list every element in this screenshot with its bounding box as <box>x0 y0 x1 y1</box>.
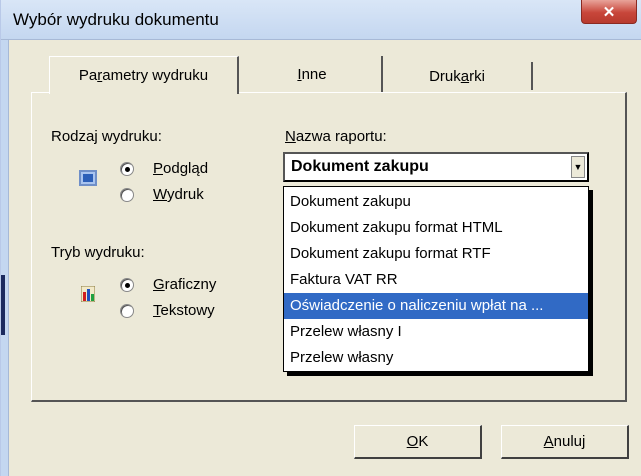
tab-label-part: Pa <box>78 67 98 84</box>
tekstowy-text: ekstowy <box>160 302 215 319</box>
tekstowy-radio[interactable] <box>120 304 134 318</box>
window-title: Wybór wydruku dokumentu <box>13 10 219 29</box>
tab-label-part: ametry wydruku <box>102 67 209 84</box>
report-dropdown-list: Dokument zakupu Dokument zakupu format H… <box>283 186 589 372</box>
tab-parametry-wydruku[interactable]: Pa r ametry wydruku <box>49 56 239 94</box>
nazwa-raportu-text: azwa raportu: <box>295 128 387 145</box>
tab-strip: Pa r ametry wydruku Inne Druk a rki <box>31 56 611 94</box>
ok-button[interactable]: OK <box>354 425 482 459</box>
report-combobox-value: Dokument zakupu <box>291 158 429 175</box>
close-button[interactable]: ✕ <box>581 0 637 24</box>
podglad-text: odgląd <box>163 160 209 177</box>
graficzny-label[interactable]: Graficzny <box>153 276 216 293</box>
list-item[interactable]: Przelew własny I <box>284 319 588 345</box>
podglad-label[interactable]: Podgląd <box>153 160 208 177</box>
wydruk-mnemonic: W <box>153 186 168 203</box>
graficzny-mnemonic: G <box>153 276 165 293</box>
close-icon: ✕ <box>602 3 616 21</box>
title-bar: Wybór wydruku dokumentu ✕ <box>1 0 641 40</box>
ok-text: K <box>418 433 429 450</box>
list-item[interactable]: Dokument zakupu format HTML <box>284 215 588 241</box>
background-edge <box>1 275 5 335</box>
chart-icon <box>81 286 95 302</box>
tab-label-part: Druk <box>429 67 461 85</box>
cancel-mnemonic: A <box>543 433 554 450</box>
list-item[interactable]: Faktura VAT RR <box>284 267 588 293</box>
window-left-frame <box>1 40 9 476</box>
list-item[interactable]: Dokument zakupu <box>284 189 588 215</box>
ok-mnemonic: O <box>406 433 419 450</box>
list-item-highlighted[interactable]: Oświadczenie o naliczeniu wpłat na ... <box>284 293 588 319</box>
graficzny-text: raficzny <box>164 276 217 293</box>
wydruk-radio[interactable] <box>120 188 134 202</box>
tab-label-part: rki <box>469 67 485 85</box>
podglad-mnemonic: P <box>153 160 164 177</box>
report-combobox[interactable]: Dokument zakupu ▼ <box>283 152 589 182</box>
tab-drukarki[interactable]: Druk a rki <box>383 62 533 90</box>
list-item[interactable]: Dokument zakupu format RTF <box>284 241 588 267</box>
tab-inne[interactable]: Inne <box>243 56 383 92</box>
rodzaj-wydruku-label: Rodzaj wydruku: <box>51 128 162 145</box>
wydruk-text: ydruk <box>167 186 204 203</box>
tryb-wydruku-label: Tryb wydruku: <box>51 244 145 261</box>
cancel-text: nuluj <box>553 433 586 450</box>
graficzny-radio[interactable] <box>120 278 134 292</box>
nazwa-raportu-label: Nazwa raportu: <box>285 128 387 145</box>
nazwa-raportu-mnemonic: N <box>285 128 296 145</box>
tab-label-mnemonic: a <box>460 67 470 85</box>
podglad-radio[interactable] <box>120 162 134 176</box>
cancel-button[interactable]: Anuluj <box>501 425 629 459</box>
list-item[interactable]: Przelew własny <box>284 345 588 371</box>
monitor-icon <box>79 170 97 186</box>
wydruk-label[interactable]: Wydruk <box>153 186 204 203</box>
dialog-window: Wybór wydruku dokumentu ✕ Pa r ametry wydr… <box>0 0 641 476</box>
chevron-down-icon[interactable]: ▼ <box>571 156 585 178</box>
tekstowy-mnemonic: T <box>153 302 161 319</box>
tekstowy-label[interactable]: Tekstowy <box>153 302 215 319</box>
tab-label-part: nne <box>301 65 327 83</box>
